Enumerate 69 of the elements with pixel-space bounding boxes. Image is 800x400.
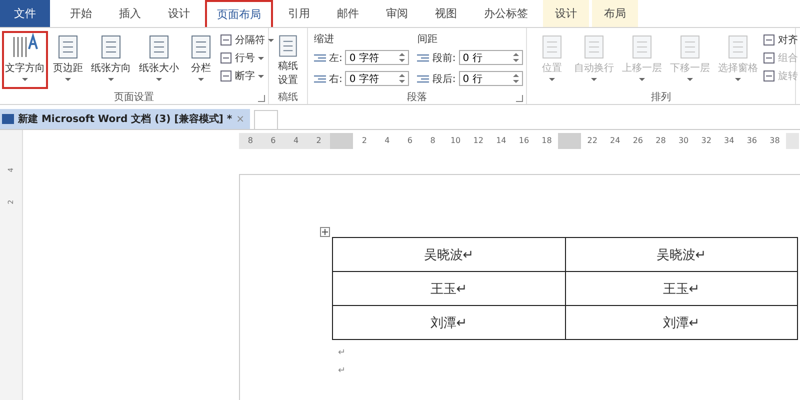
align-icon (763, 34, 775, 46)
spin-field[interactable]: 0 字符 (345, 71, 410, 86)
indent-icon (417, 74, 430, 84)
ribbon-button[interactable]: 页边距 (50, 31, 86, 89)
caret-icon (22, 78, 28, 81)
paragraph-mark: ↵ (338, 366, 347, 376)
align-icon (763, 70, 775, 82)
ribbon-tab[interactable]: 文件 (0, 0, 50, 27)
ribbon-button[interactable]: 分隔符 (220, 32, 274, 48)
horizontal-ruler: 8 6 4 2 2 4 6 8 10 12 14 16 18 22 24 26 28 30 32 34 36 38 (239, 133, 799, 149)
caret-icon (687, 78, 693, 81)
caret-icon (639, 78, 645, 81)
table-cell: 王玉↵ (565, 272, 798, 306)
spin-field[interactable]: 0 行 (458, 71, 523, 86)
caret-icon (258, 56, 264, 60)
ribbon-button[interactable]: 文字方向 (2, 31, 48, 89)
ribbon-tab[interactable]: 页面布局 (205, 0, 273, 27)
list-icon (220, 70, 232, 82)
caret-icon (108, 78, 114, 81)
ribbon-button[interactable]: 行号 (220, 50, 274, 66)
caret-icon (65, 78, 71, 81)
field-label: 段前: (432, 52, 456, 64)
field-label: 段后: (432, 72, 456, 86)
table-cell: 刘潭↵ (565, 306, 798, 340)
list-icon (220, 52, 232, 64)
ribbon-button[interactable]: 分栏 (184, 31, 218, 89)
spinner-icon[interactable] (399, 52, 406, 63)
ribbon-button[interactable]: 纸张大小 (136, 31, 182, 89)
spin-field[interactable]: 0 行 (458, 50, 523, 65)
caret-icon (156, 78, 162, 81)
ribbon-button[interactable]: 纸张方向 (88, 31, 134, 89)
table-cell: 吴晓波↵ (565, 238, 798, 272)
align-icon (763, 52, 775, 64)
ribbon-button[interactable]: 稿纸 设置 (271, 31, 305, 89)
indent-icon (314, 52, 326, 62)
word-document-icon (2, 113, 14, 125)
indent-icon (417, 52, 430, 62)
group-label: 页面设置 (114, 90, 154, 104)
spinner-icon[interactable] (399, 73, 406, 84)
table-cell: 吴晓波↵ (332, 238, 565, 272)
caret-icon (549, 78, 555, 81)
table-cell: 王玉↵ (332, 272, 565, 306)
paragraph-mark: ↵ (338, 348, 347, 358)
document-tab[interactable]: 新建 Microsoft Word 文档 (3) [兼容模式] * × (0, 109, 250, 129)
ribbon-button[interactable]: 对齐 (763, 32, 800, 48)
ribbon-tab[interactable]: 设计 (543, 0, 589, 27)
group-label: 段落 (407, 90, 427, 104)
table-move-handle[interactable] (320, 227, 330, 237)
field-label: 右: (329, 72, 342, 86)
launcher-icon[interactable] (258, 95, 265, 102)
breaks-icon (220, 34, 232, 46)
ribbon-button[interactable]: 断字 (220, 68, 274, 84)
spinner-icon[interactable] (512, 52, 519, 63)
spinner-icon[interactable] (512, 73, 519, 84)
launcher-icon[interactable] (516, 95, 523, 102)
caret-icon (258, 74, 264, 78)
caret-icon (591, 78, 597, 81)
table-cell: 刘潭↵ (332, 306, 565, 340)
ribbon-tab[interactable]: 布局 (592, 0, 638, 27)
section-heading: 缩进 (314, 32, 335, 46)
caret-icon (268, 38, 274, 42)
indent-icon (314, 74, 326, 84)
field-label: 左: (329, 52, 342, 64)
group-label: 排列 (651, 90, 671, 104)
section-heading: 间距 (417, 33, 438, 46)
caret-icon (735, 78, 741, 81)
group-label: 稿纸 (278, 90, 298, 104)
caret-icon (198, 78, 204, 81)
spin-field[interactable]: 0 字符 (345, 50, 410, 65)
